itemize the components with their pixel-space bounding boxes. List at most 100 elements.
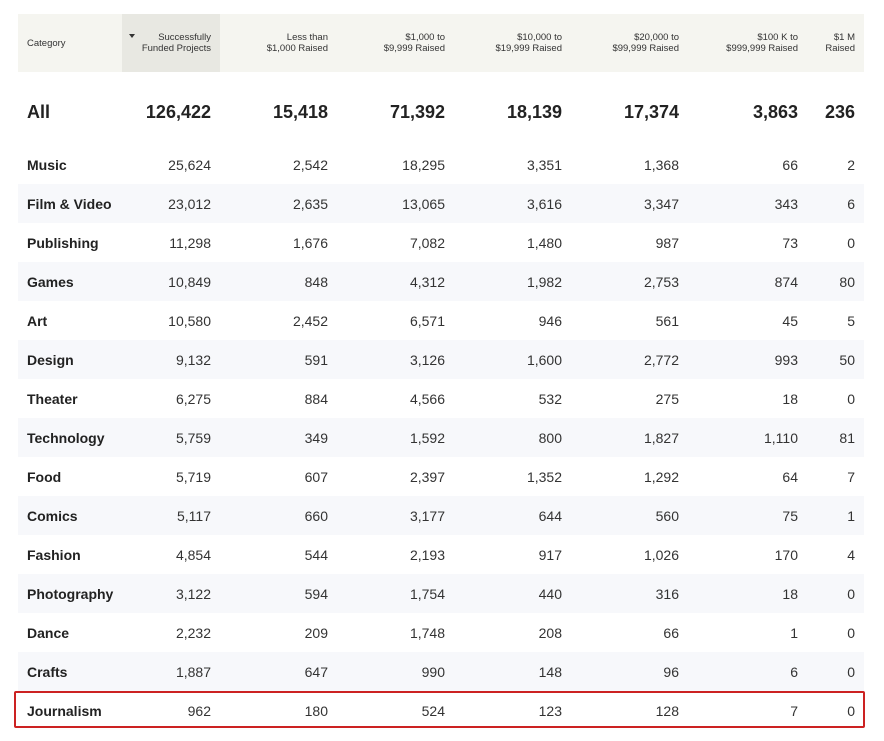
value-cell: 2,397 <box>409 468 445 485</box>
table-row: Publishing 11,298 1,676 7,082 1,480 987 73 0 <box>18 223 864 262</box>
value-cell: 3,351 <box>526 156 562 173</box>
value-cell: 987 <box>655 234 679 251</box>
table-row: Comics 5,117 660 3,177 644 560 75 1 <box>18 496 864 535</box>
table-row: Games 10,849 848 4,312 1,982 2,753 874 80 <box>18 262 864 301</box>
value-cell: 6,571 <box>409 312 445 329</box>
value-cell: 1,292 <box>643 468 679 485</box>
value-cell: 440 <box>538 585 562 602</box>
header-1000-to-9999[interactable]: $1,000 to $9,999 Raised <box>345 14 445 72</box>
value-cell: 647 <box>304 663 328 680</box>
value-cell: 0 <box>847 624 855 641</box>
value-cell: 7,082 <box>409 234 445 251</box>
header-category[interactable]: Category <box>27 14 117 72</box>
value-cell: 13,065 <box>402 195 445 212</box>
header-10000-to-19999[interactable]: $10,000 to $19,999 Raised <box>462 14 562 72</box>
value-cell: 15,418 <box>272 102 328 122</box>
table-row: Theater 6,275 884 4,566 532 275 18 0 <box>18 379 864 418</box>
header-less-than-1000[interactable]: Less than $1,000 Raised <box>228 14 328 72</box>
table-header: Category Successfully Funded Projects Less… <box>18 14 864 72</box>
value-cell: 1,480 <box>526 234 562 251</box>
value-cell: 917 <box>538 546 562 563</box>
value-cell: 123 <box>538 702 562 719</box>
value-cell: 591 <box>304 351 328 368</box>
value-cell: 0 <box>847 702 855 719</box>
table-row: Photography 3,122 594 1,754 440 316 18 0 <box>18 574 864 613</box>
value-cell: 884 <box>304 390 328 407</box>
funded-projects-table: Category Successfully Funded Projects Less… <box>18 14 864 730</box>
value-cell: 1,748 <box>409 624 445 641</box>
value-cell: 81 <box>839 429 855 446</box>
value-cell: 3,616 <box>526 195 562 212</box>
value-cell: 1,754 <box>409 585 445 602</box>
header-1m-raised[interactable]: $1 M Raised <box>755 14 855 72</box>
table-row: Technology 5,759 349 1,592 800 1,827 1,110 81 <box>18 418 864 457</box>
value-cell: 18,295 <box>402 156 445 173</box>
value-cell: 848 <box>304 273 328 290</box>
value-cell: 180 <box>304 702 328 719</box>
value-cell: 17,374 <box>623 102 679 122</box>
value-cell: 962 <box>187 702 211 719</box>
value-cell: 80 <box>839 273 855 290</box>
value-cell: 209 <box>304 624 328 641</box>
value-cell: 1,026 <box>643 546 679 563</box>
value-cell: 23,012 <box>168 195 211 212</box>
value-cell: 10,580 <box>168 312 211 329</box>
value-cell: 66 <box>663 624 679 641</box>
value-cell: 3,126 <box>409 351 445 368</box>
value-cell: 607 <box>304 468 328 485</box>
value-cell: 660 <box>304 507 328 524</box>
value-cell: 1,887 <box>175 663 211 680</box>
value-cell: 560 <box>655 507 679 524</box>
table-row: Music 25,624 2,542 18,295 3,351 1,368 66 2 <box>18 145 864 184</box>
header-20000-to-99999[interactable]: $20,000 to $99,999 Raised <box>579 14 679 72</box>
value-cell: 4 <box>847 546 855 563</box>
value-cell: 0 <box>847 390 855 407</box>
table-row: Crafts 1,887 647 990 148 96 6 0 <box>18 652 864 691</box>
value-cell: 5,759 <box>175 429 211 446</box>
value-cell: 561 <box>655 312 679 329</box>
value-cell: 544 <box>304 546 328 563</box>
value-cell: 0 <box>847 234 855 251</box>
value-cell: 128 <box>655 702 679 719</box>
value-cell: 644 <box>538 507 562 524</box>
value-cell: 5 <box>847 312 855 329</box>
total-row: All 126,422 15,418 71,392 18,139 17,374 3,863 2… <box>18 86 864 139</box>
value-cell: 3,122 <box>175 585 211 602</box>
value-cell: 275 <box>655 390 679 407</box>
value-cell: 7 <box>847 468 855 485</box>
value-cell: 2,542 <box>292 156 328 173</box>
value-cell: 6 <box>847 195 855 212</box>
value-cell: 4,566 <box>409 390 445 407</box>
value-cell: 594 <box>304 585 328 602</box>
table-row: Dance 2,232 209 1,748 208 66 1 0 <box>18 613 864 652</box>
value-cell: 208 <box>538 624 562 641</box>
value-cell: 2,232 <box>175 624 211 641</box>
value-cell: 990 <box>421 663 445 680</box>
value-cell: 2,772 <box>643 351 679 368</box>
value-cell: 9,132 <box>175 351 211 368</box>
table-row: Food 5,719 607 2,397 1,352 1,292 64 7 <box>18 457 864 496</box>
value-cell: 96 <box>663 663 679 680</box>
value-cell: 4,312 <box>409 273 445 290</box>
value-cell: 3,177 <box>409 507 445 524</box>
value-cell: 25,624 <box>168 156 211 173</box>
value-cell: 0 <box>847 585 855 602</box>
value-cell: 4,854 <box>175 546 211 563</box>
value-cell: 2,753 <box>643 273 679 290</box>
value-cell: 1,368 <box>643 156 679 173</box>
value-cell: 1,592 <box>409 429 445 446</box>
value-cell: 148 <box>538 663 562 680</box>
value-cell: 349 <box>304 429 328 446</box>
table-row: Journalism 962 180 524 123 128 7 0 <box>18 691 864 730</box>
value-cell: 2,193 <box>409 546 445 563</box>
header-successfully-funded[interactable]: Successfully Funded Projects <box>111 14 211 72</box>
value-cell: 11,298 <box>169 234 211 251</box>
value-cell: 5,117 <box>177 507 211 524</box>
value-cell: 2,635 <box>292 195 328 212</box>
value-cell: 10,849 <box>168 273 211 290</box>
table-body: All 126,422 15,418 71,392 18,139 17,374 3,863 2… <box>18 86 864 730</box>
value-cell: 524 <box>421 702 445 719</box>
table-row: Design 9,132 591 3,126 1,600 2,772 993 50 <box>18 340 864 379</box>
value-cell: 3,347 <box>643 195 679 212</box>
value-cell: 2 <box>847 156 855 173</box>
